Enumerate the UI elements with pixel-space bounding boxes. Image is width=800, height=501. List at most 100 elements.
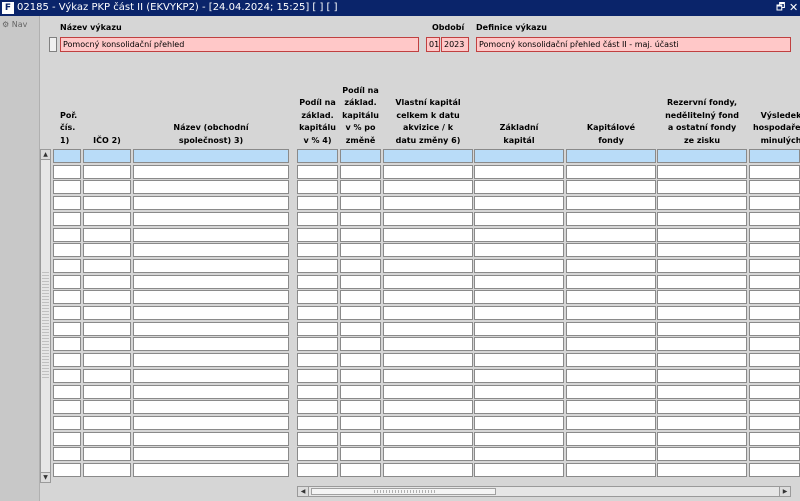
grid-cell-r17-c2[interactable] bbox=[83, 400, 131, 415]
grid-cell-r21-c6[interactable] bbox=[383, 463, 473, 477]
nazev-vykazu-field[interactable]: Pomocný konsolidační přehled bbox=[60, 37, 419, 52]
grid-cell-r3-c3[interactable] bbox=[133, 180, 289, 195]
grid-cell-r9-c4[interactable] bbox=[297, 274, 338, 289]
horizontal-scrollbar[interactable]: ◀ ▶ bbox=[297, 486, 791, 497]
grid-cell-r2-c10[interactable] bbox=[749, 164, 800, 179]
grid-cell-r10-c4[interactable] bbox=[297, 290, 338, 305]
grid-cell-r13-c7[interactable] bbox=[474, 337, 564, 352]
grid-cell-r12-c8[interactable] bbox=[566, 321, 656, 336]
grid-cell-r17-c7[interactable] bbox=[474, 400, 564, 415]
grid-cell-r1-c7[interactable] bbox=[474, 149, 564, 163]
grid-cell-r2-c2[interactable] bbox=[83, 164, 131, 179]
grid-cell-r12-c6[interactable] bbox=[383, 321, 473, 336]
grid-cell-r15-c7[interactable] bbox=[474, 368, 564, 383]
grid-cell-r9-c1[interactable] bbox=[53, 274, 81, 289]
grid-cell-r5-c8[interactable] bbox=[566, 211, 656, 226]
scroll-left-icon[interactable]: ◀ bbox=[298, 487, 309, 496]
grid-cell-r2-c3[interactable] bbox=[133, 164, 289, 179]
grid-cell-r13-c4[interactable] bbox=[297, 337, 338, 352]
grid-cell-r6-c6[interactable] bbox=[383, 227, 473, 242]
grid-cell-r9-c8[interactable] bbox=[566, 274, 656, 289]
grid-cell-r10-c6[interactable] bbox=[383, 290, 473, 305]
grid-cell-r20-c2[interactable] bbox=[83, 447, 131, 462]
grid-cell-r17-c4[interactable] bbox=[297, 400, 338, 415]
grid-cell-r21-c3[interactable] bbox=[133, 463, 289, 477]
grid-cell-r6-c8[interactable] bbox=[566, 227, 656, 242]
grid-cell-r10-c8[interactable] bbox=[566, 290, 656, 305]
grid-cell-r20-c5[interactable] bbox=[340, 447, 381, 462]
grid-cell-r4-c3[interactable] bbox=[133, 196, 289, 211]
scroll-down-icon[interactable]: ▼ bbox=[41, 472, 50, 482]
grid-cell-r21-c4[interactable] bbox=[297, 463, 338, 477]
grid-cell-r18-c4[interactable] bbox=[297, 415, 338, 430]
grid-cell-r1-c2[interactable] bbox=[83, 149, 131, 163]
grid-cell-r2-c7[interactable] bbox=[474, 164, 564, 179]
grid-cell-r11-c5[interactable] bbox=[340, 306, 381, 320]
grid-cell-r18-c8[interactable] bbox=[566, 415, 656, 430]
grid-cell-r11-c3[interactable] bbox=[133, 306, 289, 320]
close-window-icon[interactable]: ✕ bbox=[789, 0, 798, 16]
grid-cell-r1-c8[interactable] bbox=[566, 149, 656, 163]
grid-cell-r8-c1[interactable] bbox=[53, 258, 81, 273]
grid-cell-r10-c2[interactable] bbox=[83, 290, 131, 305]
grid-cell-r13-c3[interactable] bbox=[133, 337, 289, 352]
restore-window-icon[interactable]: 🗗 bbox=[776, 0, 785, 16]
grid-cell-r3-c10[interactable] bbox=[749, 180, 800, 195]
grid-cell-r12-c3[interactable] bbox=[133, 321, 289, 336]
grid-cell-r4-c6[interactable] bbox=[383, 196, 473, 211]
grid-cell-r21-c2[interactable] bbox=[83, 463, 131, 477]
grid-cell-r4-c10[interactable] bbox=[749, 196, 800, 211]
grid-cell-r16-c5[interactable] bbox=[340, 384, 381, 399]
grid-cell-r2-c4[interactable] bbox=[297, 164, 338, 179]
grid-cell-r5-c4[interactable] bbox=[297, 211, 338, 226]
grid-cell-r10-c9[interactable] bbox=[657, 290, 747, 305]
grid-cell-r17-c6[interactable] bbox=[383, 400, 473, 415]
grid-cell-r11-c1[interactable] bbox=[53, 306, 81, 320]
grid-cell-r11-c10[interactable] bbox=[749, 306, 800, 320]
grid-cell-r7-c2[interactable] bbox=[83, 243, 131, 258]
grid-cell-r7-c5[interactable] bbox=[340, 243, 381, 258]
grid-cell-r12-c9[interactable] bbox=[657, 321, 747, 336]
grid-cell-r1-c4[interactable] bbox=[297, 149, 338, 163]
grid-cell-r16-c2[interactable] bbox=[83, 384, 131, 399]
grid-cell-r10-c7[interactable] bbox=[474, 290, 564, 305]
grid-cell-r13-c6[interactable] bbox=[383, 337, 473, 352]
grid-cell-r20-c10[interactable] bbox=[749, 447, 800, 462]
grid-cell-r20-c3[interactable] bbox=[133, 447, 289, 462]
grid-cell-r12-c7[interactable] bbox=[474, 321, 564, 336]
grid-cell-r15-c2[interactable] bbox=[83, 368, 131, 383]
definice-vykazu-field[interactable]: Pomocný konsolidační přehled část II - m… bbox=[476, 37, 791, 52]
grid-cell-r1-c1[interactable] bbox=[53, 149, 81, 163]
grid-cell-r13-c5[interactable] bbox=[340, 337, 381, 352]
grid-cell-r18-c10[interactable] bbox=[749, 415, 800, 430]
grid-cell-r14-c9[interactable] bbox=[657, 353, 747, 368]
grid-cell-r15-c4[interactable] bbox=[297, 368, 338, 383]
grid-cell-r4-c7[interactable] bbox=[474, 196, 564, 211]
grid-cell-r3-c1[interactable] bbox=[53, 180, 81, 195]
grid-cell-r14-c7[interactable] bbox=[474, 353, 564, 368]
grid-cell-r3-c4[interactable] bbox=[297, 180, 338, 195]
grid-cell-r3-c5[interactable] bbox=[340, 180, 381, 195]
grid-cell-r19-c6[interactable] bbox=[383, 431, 473, 446]
grid-cell-r9-c7[interactable] bbox=[474, 274, 564, 289]
grid-cell-r19-c9[interactable] bbox=[657, 431, 747, 446]
grid-cell-r8-c10[interactable] bbox=[749, 258, 800, 273]
grid-cell-r6-c1[interactable] bbox=[53, 227, 81, 242]
grid-cell-r8-c4[interactable] bbox=[297, 258, 338, 273]
grid-cell-r4-c5[interactable] bbox=[340, 196, 381, 211]
grid-cell-r8-c7[interactable] bbox=[474, 258, 564, 273]
grid-cell-r7-c8[interactable] bbox=[566, 243, 656, 258]
grid-cell-r21-c10[interactable] bbox=[749, 463, 800, 477]
grid-cell-r17-c10[interactable] bbox=[749, 400, 800, 415]
grid-cell-r10-c10[interactable] bbox=[749, 290, 800, 305]
grid-cell-r4-c4[interactable] bbox=[297, 196, 338, 211]
grid-cell-r7-c3[interactable] bbox=[133, 243, 289, 258]
grid-cell-r16-c8[interactable] bbox=[566, 384, 656, 399]
grid-cell-r6-c9[interactable] bbox=[657, 227, 747, 242]
grid-cell-r18-c9[interactable] bbox=[657, 415, 747, 430]
grid-cell-r20-c8[interactable] bbox=[566, 447, 656, 462]
grid-cell-r21-c8[interactable] bbox=[566, 463, 656, 477]
grid-cell-r14-c2[interactable] bbox=[83, 353, 131, 368]
grid-cell-r19-c7[interactable] bbox=[474, 431, 564, 446]
grid-cell-r13-c10[interactable] bbox=[749, 337, 800, 352]
